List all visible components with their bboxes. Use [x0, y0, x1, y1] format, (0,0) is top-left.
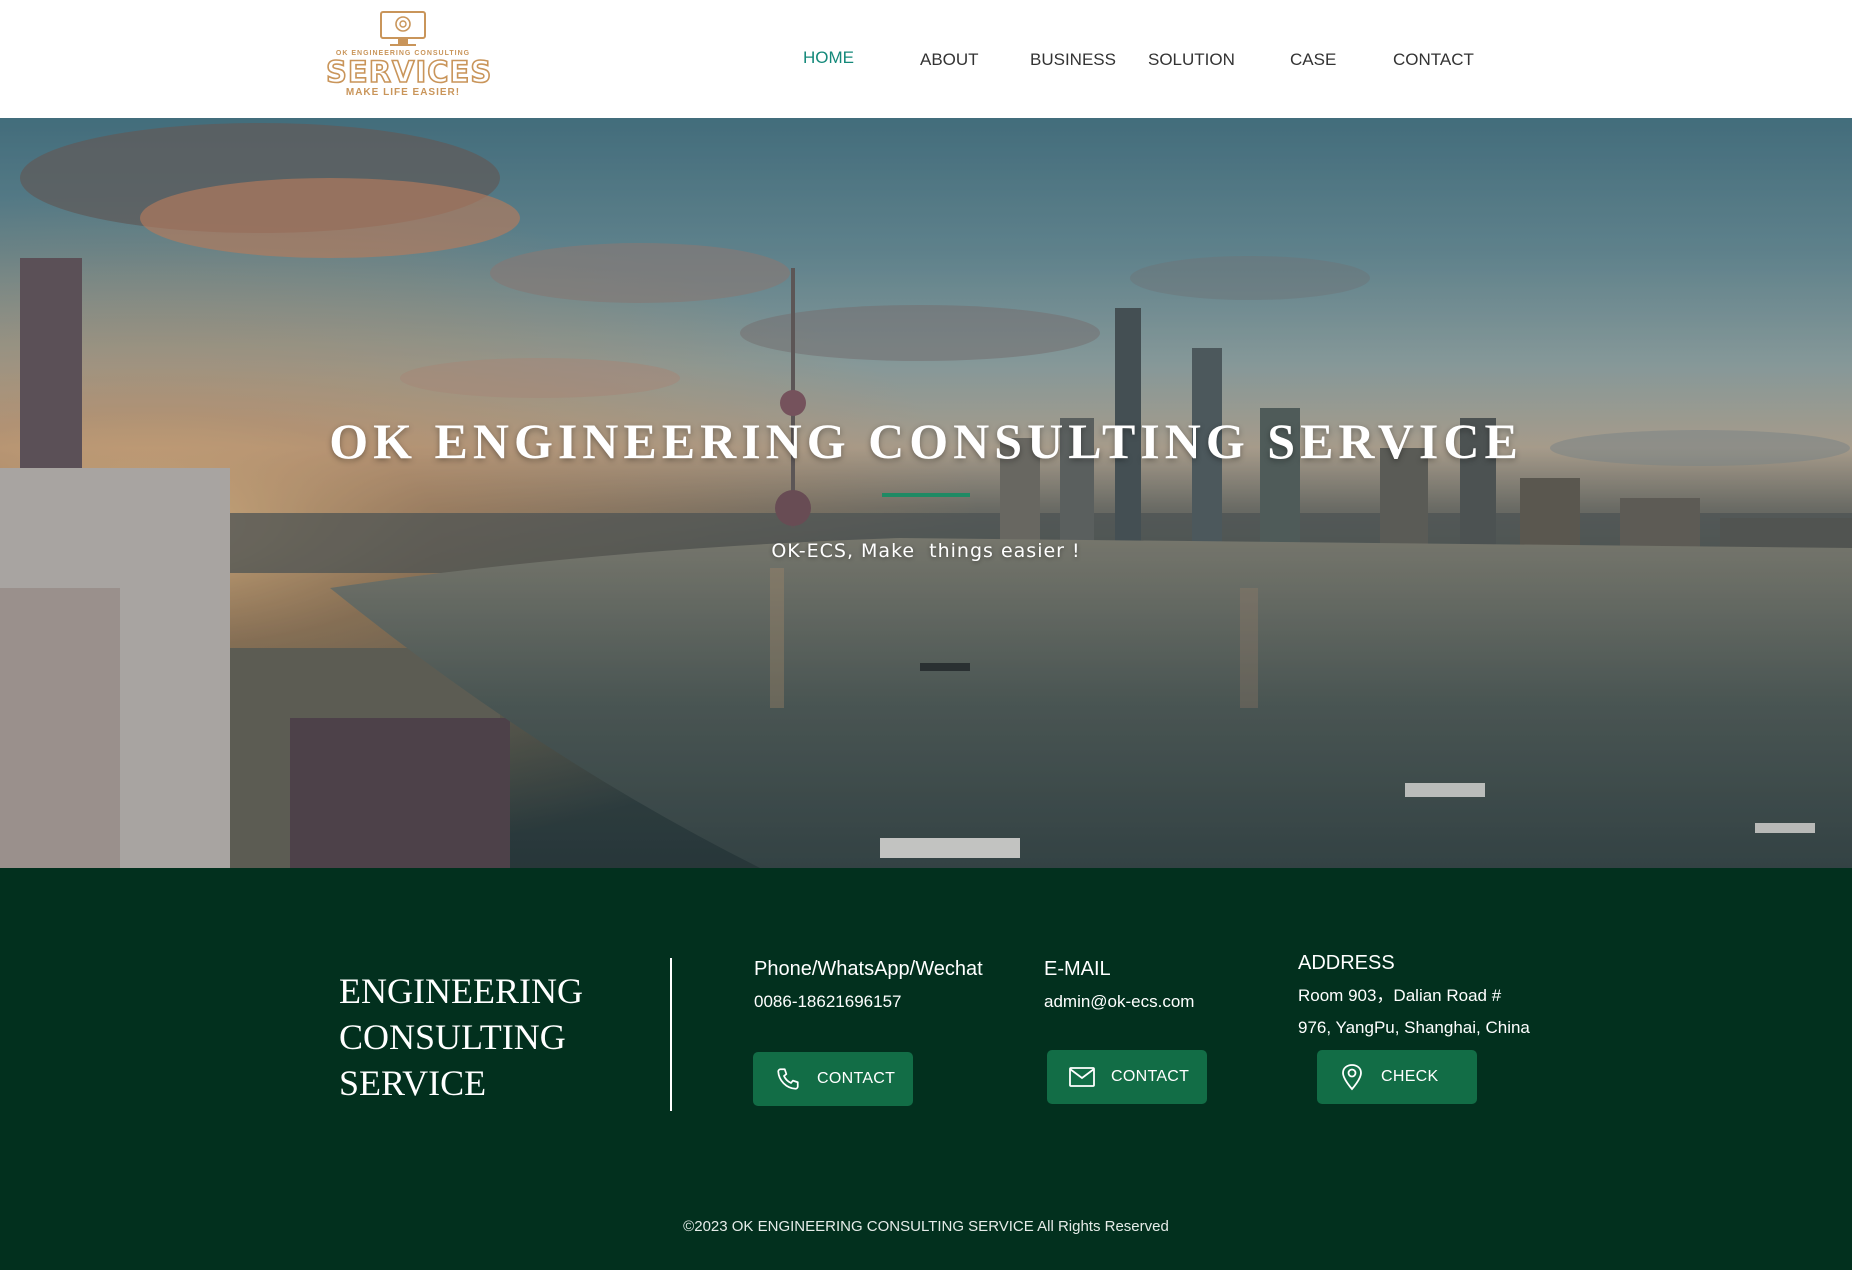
address-line-1: Room 903，Dalian Road # [1298, 986, 1502, 1005]
location-pin-icon [1337, 1062, 1367, 1092]
nav-home[interactable]: HOME [803, 48, 854, 68]
footer-brand: ENGINEERING CONSULTING SERVICE [339, 968, 583, 1106]
address-check-label: CHECK [1381, 1068, 1439, 1085]
nav-about[interactable]: ABOUT [920, 50, 979, 70]
phone-contact-label: CONTACT [817, 1070, 896, 1087]
brand-line-2: CONSULTING [339, 1017, 566, 1057]
nav-business[interactable]: BUSINESS [1030, 50, 1116, 70]
phone-icon [773, 1064, 803, 1094]
address-line-2: 976, YangPu, Shanghai, China [1298, 1018, 1530, 1037]
address-check-button[interactable]: CHECK [1317, 1050, 1477, 1104]
phone-value: 0086-18621696157 [754, 992, 902, 1011]
hero-title: OK ENGINEERING CONSULTING SERVICE [329, 413, 1523, 469]
brand-line-3: SERVICE [339, 1063, 487, 1103]
mail-icon [1067, 1062, 1097, 1092]
copyright-text: ©2023 OK ENGINEERING CONSULTING SERVICE … [683, 1218, 1169, 1235]
phone-title: Phone/WhatsApp/Wechat [754, 958, 983, 980]
nav-case[interactable]: CASE [1290, 50, 1336, 70]
address-title: ADDRESS [1298, 952, 1395, 974]
phone-contact-button[interactable]: CONTACT [753, 1052, 913, 1106]
hero-subtitle: OK-ECS, Make things easier ! [771, 540, 1081, 562]
email-contact-label: CONTACT [1111, 1068, 1190, 1085]
email-title: E-MAIL [1044, 958, 1111, 980]
email-value: admin@ok-ecs.com [1044, 992, 1195, 1011]
footer-divider [670, 958, 672, 1111]
hero-banner: OK ENGINEERING CONSULTING SERVICE OK-ECS… [0, 118, 1852, 868]
nav-contact[interactable]: CONTACT [1393, 50, 1474, 70]
site-header: OK ENGINEERING CONSULTING SERVICES MAKE … [0, 0, 1852, 118]
main-nav: HOME ABOUT BUSINESS SOLUTION CASE CONTAC… [0, 0, 1852, 118]
nav-solution[interactable]: SOLUTION [1148, 50, 1235, 70]
brand-line-1: ENGINEERING [339, 971, 583, 1011]
email-contact-button[interactable]: CONTACT [1047, 1050, 1207, 1104]
hero-accent-line [882, 493, 970, 497]
site-footer: ENGINEERING CONSULTING SERVICE Phone/Wha… [0, 868, 1852, 1270]
